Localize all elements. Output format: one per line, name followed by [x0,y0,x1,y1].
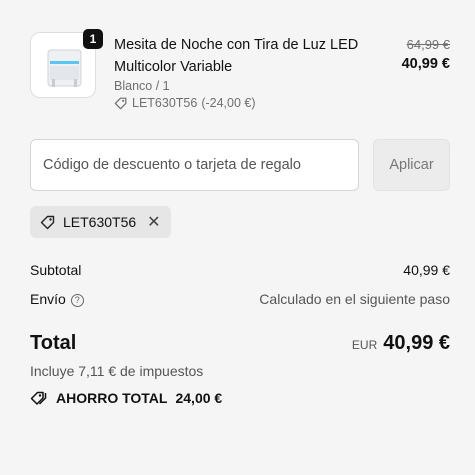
item-discount-amount: (-24,00 €) [201,96,256,110]
quantity-badge: 1 [83,29,103,49]
product-variant: Blanco / 1 [114,79,170,93]
close-icon[interactable]: ✕ [147,212,160,232]
total-row: Total EUR 40,99 € [30,332,450,355]
apply-button[interactable]: Aplicar [373,139,450,191]
item-discount-code: LET630T56 [132,96,198,110]
savings-value: 24,00 € [175,390,223,406]
help-icon[interactable]: ? [70,294,84,307]
shipping-label: Envío [30,291,66,307]
item-price: 40,99 € [401,56,450,72]
tax-note: Incluye 7,11 € de impuestos [30,363,204,379]
tag-icon [114,97,127,110]
total-label: Total [30,332,77,354]
applied-discount-chip: LET630T56 ✕ [30,206,171,238]
subtotal-value: 40,99 € [403,262,450,278]
subtotal-label: Subtotal [30,262,82,278]
tag-icon [40,215,55,230]
savings-label: AHORRO TOTAL [56,390,168,406]
currency-code: EUR [351,338,378,352]
discount-code-input[interactable] [30,139,359,191]
applied-discount-code: LET630T56 [63,214,137,230]
shipping-value: Calculado en el siguiente paso [259,291,450,307]
total-savings: AHORRO TOTAL 24,00 € [30,390,222,406]
tags-icon [30,391,47,405]
total-value: 40,99 € [383,332,450,354]
cart-line-item: 1 Mesita de Noche con Tira de Luz LED Mu… [30,29,450,112]
original-price: 64,99 € [406,37,450,52]
shipping-row: Envío? Calculado en el siguiente paso [30,291,450,307]
subtotal-row: Subtotal 40,99 € [30,262,450,278]
product-title: Mesita de Noche con Tira de Luz LED Mult… [114,37,359,75]
item-discount: LET630T56 (-24,00 €) [114,96,256,110]
